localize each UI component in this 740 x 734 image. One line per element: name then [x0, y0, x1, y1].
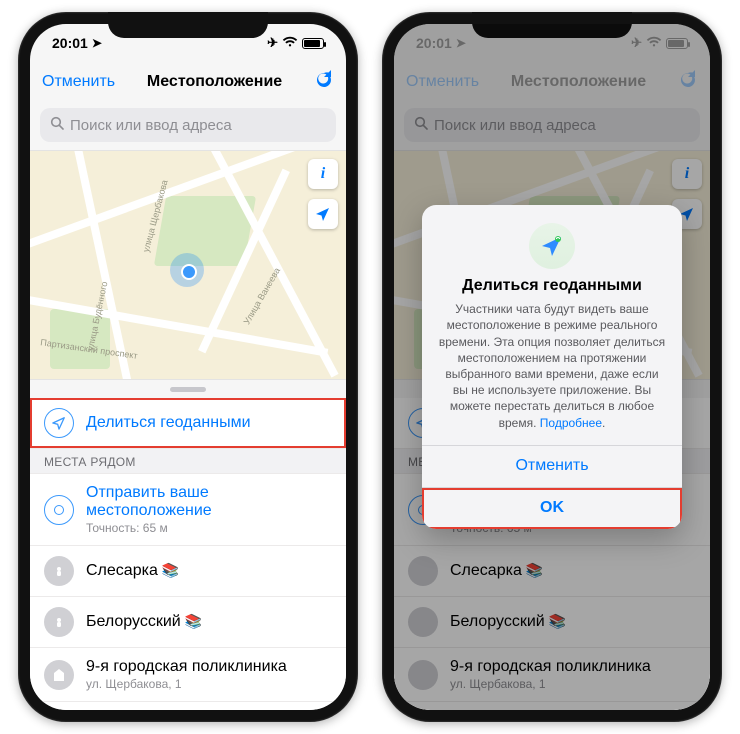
- current-location-marker: [170, 253, 204, 287]
- send-current-location-cell[interactable]: Отправить ваше местоположение Точность: …: [30, 474, 346, 546]
- location-services-icon: ➤: [92, 36, 102, 50]
- phone-left: 20:01 ➤ ✈︎ Отменить Местоположение Поис: [18, 12, 358, 722]
- place-cell[interactable]: Белорусский📚: [30, 597, 346, 648]
- place-name: Белорусский: [86, 613, 181, 630]
- cancel-button[interactable]: Отменить: [42, 73, 115, 91]
- send-current-location-label: Отправить ваше местоположение: [86, 484, 332, 520]
- share-live-location-cell[interactable]: Делиться геоданными: [30, 398, 346, 449]
- place-icon: [44, 556, 74, 586]
- place-icon: [44, 607, 74, 637]
- sheet-grip[interactable]: [30, 380, 346, 398]
- airplane-mode-icon: ✈︎: [267, 35, 278, 51]
- alert-more-link[interactable]: Подробнее: [540, 416, 602, 430]
- place-cell[interactable]: Nestanda Records ул. Будённого, 1: [30, 702, 346, 710]
- phone-right: 20:01 ➤ ✈︎ Отменить Местоположение Поис: [382, 12, 722, 722]
- books-icon: 📚: [162, 562, 179, 578]
- status-time: 20:01: [52, 35, 88, 51]
- alert-text: Участники чата будут видеть ваше местопо…: [438, 301, 666, 431]
- nav-bar: Отменить Местоположение: [30, 62, 346, 102]
- alert-ok-button[interactable]: OK: [422, 487, 682, 529]
- accuracy-label: Точность: 65 м: [86, 521, 332, 535]
- place-name: 9-я городская поликлиника: [86, 658, 287, 675]
- reload-button[interactable]: [314, 70, 334, 95]
- share-location-icon: [44, 408, 74, 438]
- street-label: Улица Ванеева: [242, 266, 283, 326]
- books-icon: 📚: [185, 613, 202, 629]
- screen-right: 20:01 ➤ ✈︎ Отменить Местоположение Поис: [394, 24, 710, 710]
- place-address: ул. Щербакова, 1: [86, 677, 332, 691]
- screen-left: 20:01 ➤ ✈︎ Отменить Местоположение Поис: [30, 24, 346, 710]
- page-title: Местоположение: [147, 73, 282, 91]
- place-cell[interactable]: 9-я городская поликлиника ул. Щербакова,…: [30, 648, 346, 702]
- battery-icon: [302, 38, 324, 49]
- place-cell[interactable]: Слесарка📚: [30, 546, 346, 597]
- share-location-alert: Делиться геоданными Участники чата будут…: [422, 205, 682, 529]
- search-placeholder: Поиск или ввод адреса: [70, 117, 232, 134]
- place-name: Слесарка: [86, 562, 158, 579]
- alert-title: Делиться геоданными: [438, 277, 666, 295]
- alert-icon: [529, 223, 575, 269]
- place-icon: [44, 660, 74, 690]
- target-icon: [44, 495, 74, 525]
- nearby-header: МЕСТА РЯДОМ: [30, 449, 346, 474]
- alert-cancel-button[interactable]: Отменить: [422, 445, 682, 487]
- share-live-location-label: Делиться геоданными: [86, 414, 332, 432]
- wifi-icon: [282, 35, 298, 51]
- map-info-button[interactable]: i: [308, 159, 338, 189]
- alert-backdrop: Делиться геоданными Участники чата будут…: [394, 24, 710, 710]
- notch: [108, 12, 268, 38]
- map-locate-button[interactable]: [308, 199, 338, 229]
- search-icon: [50, 116, 64, 134]
- map-view[interactable]: улица Щербакова улица Будённого Улица Ва…: [30, 150, 346, 380]
- search-input[interactable]: Поиск или ввод адреса: [40, 108, 336, 142]
